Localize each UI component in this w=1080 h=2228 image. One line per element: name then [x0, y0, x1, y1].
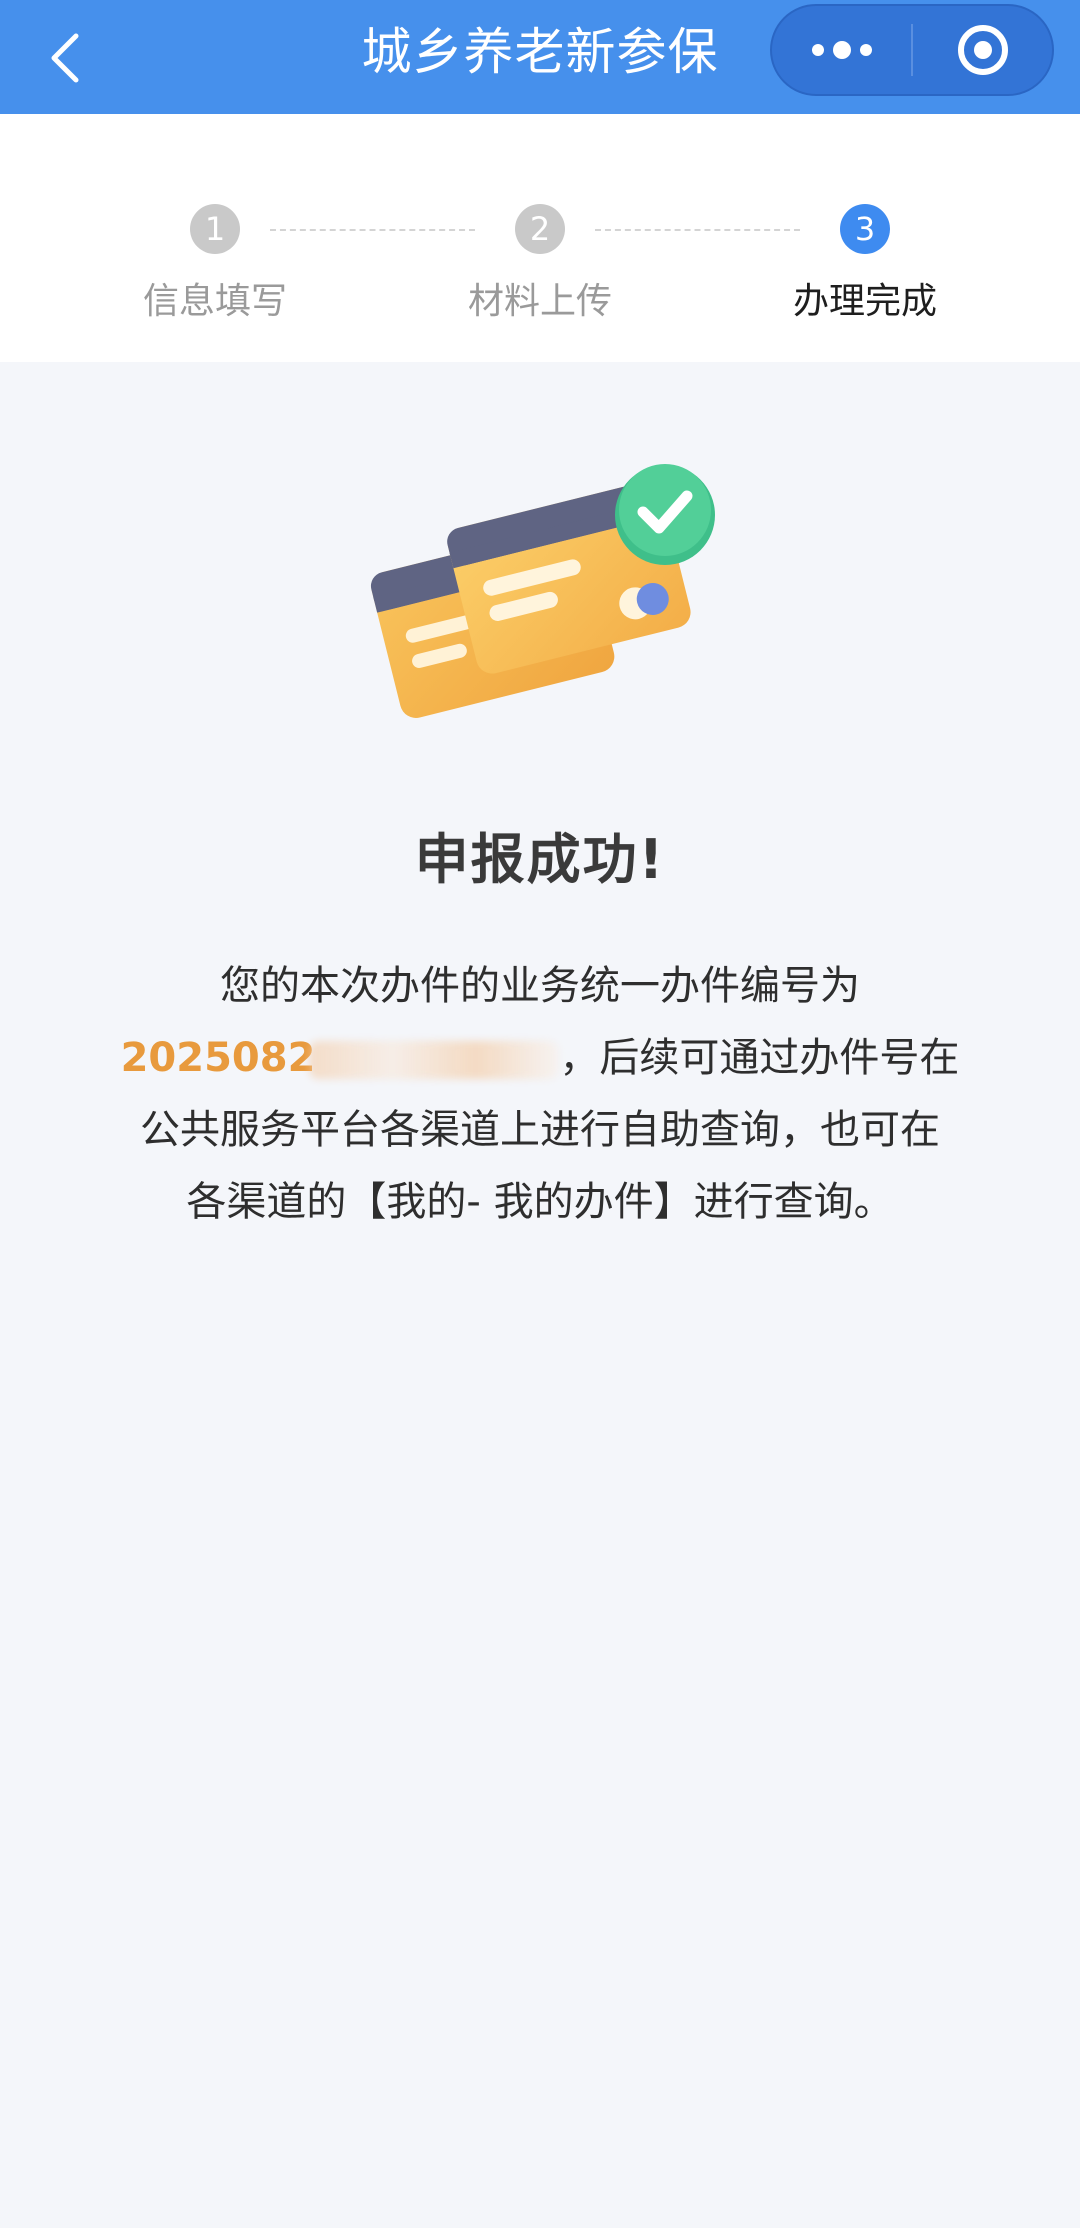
step-number-badge: 3 — [840, 204, 890, 254]
case-number-mask — [309, 1041, 560, 1079]
case-number: 2025082 — [120, 1035, 316, 1081]
app-bar: 城乡养老新参保 — [0, 0, 1080, 114]
description-after-number: ，后续可通过办件号在 — [559, 1035, 960, 1081]
cards-check-icon — [360, 440, 720, 740]
step-number-badge: 2 — [515, 204, 565, 254]
result-title: 申报成功! — [414, 828, 666, 891]
close-miniprogram-button[interactable] — [913, 6, 1052, 94]
step-3: 3 办理完成 — [755, 204, 975, 324]
step-label: 信息填写 — [142, 281, 287, 322]
description-line-1: 您的本次办件的业务统一办件编号为 — [220, 963, 860, 1009]
progress-stepper: 1 信息填写 2 材料上传 3 办理完成 — [0, 114, 1080, 362]
description-line-3: 公共服务平台各渠道上进行自助查询，也可在 — [140, 1107, 940, 1153]
step-1: 1 信息填写 — [105, 204, 325, 324]
step-number-badge: 1 — [190, 204, 240, 254]
more-button[interactable] — [772, 6, 911, 94]
result-description: 您的本次办件的业务统一办件编号为 2025082 ，后续可通过办件号在 公共服务平… — [100, 950, 980, 1238]
more-dots-icon — [811, 41, 872, 59]
description-line-4: 各渠道的【我的- 我的办件】进行查询。 — [186, 1179, 894, 1225]
target-circle-icon — [957, 25, 1008, 75]
step-2: 2 材料上传 — [430, 204, 650, 324]
step-label: 办理完成 — [792, 281, 937, 322]
mini-program-capsule — [770, 4, 1054, 96]
description-line-2: 2025082 ，后续可通过办件号在 — [100, 1022, 980, 1094]
step-label: 材料上传 — [467, 281, 612, 322]
